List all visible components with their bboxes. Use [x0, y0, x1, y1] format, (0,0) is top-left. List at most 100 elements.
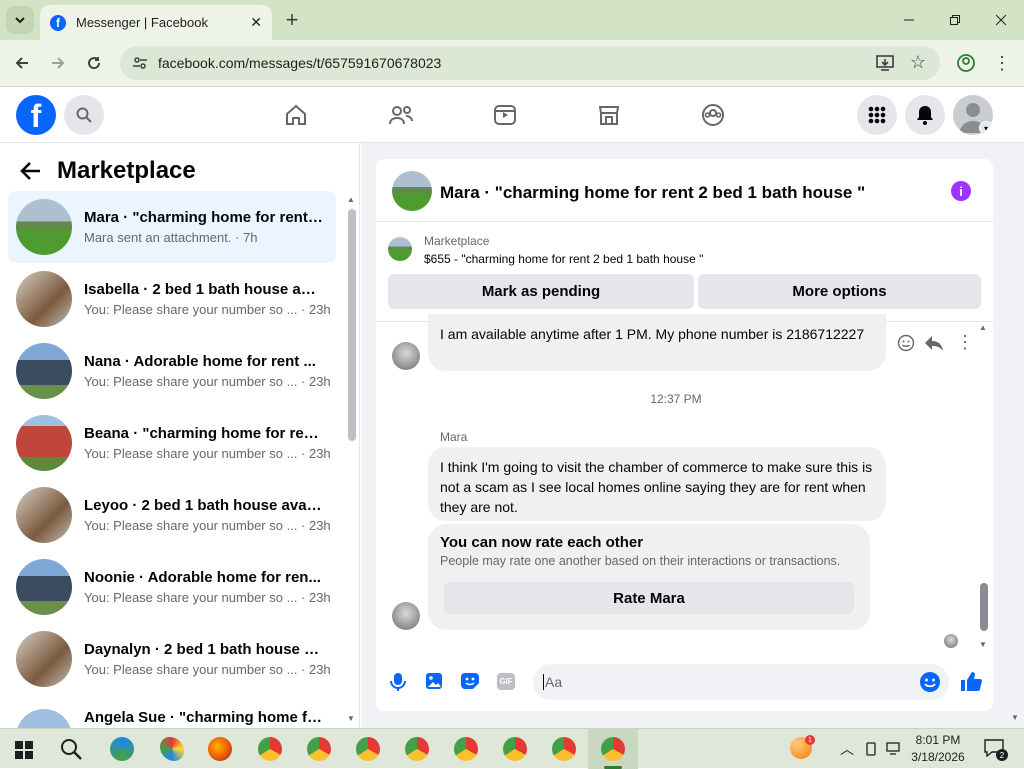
- windows-taskbar: 1 ︿ 8:01 PM 3/18/2026 2: [0, 728, 1024, 769]
- conversation-title: Leyoo · 2 bed 1 bath house avail...: [84, 497, 324, 514]
- show-hidden-icons-icon[interactable]: ︿: [840, 739, 854, 759]
- video-icon[interactable]: [493, 103, 517, 132]
- back-icon[interactable]: [8, 49, 36, 77]
- notification-count: 2: [996, 749, 1008, 761]
- messages-scrollbar[interactable]: ▲ ▼: [977, 323, 989, 649]
- reply-icon[interactable]: [924, 334, 944, 357]
- conversation-item-noonie[interactable]: Noonie · Adorable home for ren... You: Pl…: [8, 551, 336, 623]
- firefox-icon[interactable]: [208, 737, 232, 761]
- conversation-title: Angela Sue · "charming home fo...: [84, 709, 324, 726]
- message-timestamp: 12:37 PM: [650, 392, 702, 406]
- listing-thumbnail: [16, 415, 72, 471]
- like-thumbs-up-icon[interactable]: [960, 670, 982, 697]
- chrome-icon[interactable]: [356, 737, 380, 761]
- rate-card-title: You can now rate each other: [440, 534, 644, 551]
- marketplace-icon[interactable]: [597, 103, 621, 132]
- listing-thumbnail-small[interactable]: [388, 237, 412, 261]
- chrome-icon[interactable]: [405, 737, 429, 761]
- browser-tab[interactable]: f Messenger | Facebook ✕: [40, 5, 272, 40]
- new-tab-icon[interactable]: +: [278, 6, 306, 34]
- weather-badge: 1: [805, 735, 815, 745]
- network-icon[interactable]: [886, 741, 902, 760]
- back-arrow-icon[interactable]: [20, 161, 42, 186]
- photo-icon[interactable]: [425, 672, 443, 695]
- notifications-bell-icon[interactable]: [905, 95, 945, 135]
- listing-thumbnail: [16, 199, 72, 255]
- conversation-item-nana[interactable]: Nana · Adorable home for rent ... You: Pl…: [8, 335, 336, 407]
- bookmark-star-icon[interactable]: ☆: [910, 52, 926, 73]
- chrome-icon[interactable]: [503, 737, 527, 761]
- windows-start-icon[interactable]: [15, 741, 33, 764]
- site-info-icon[interactable]: [132, 55, 148, 74]
- chrome-icon[interactable]: [552, 737, 576, 761]
- conversation-sidebar: Marketplace Mara · "charming home for re…: [0, 143, 360, 728]
- search-icon[interactable]: [64, 95, 104, 135]
- info-icon[interactable]: i: [951, 181, 971, 201]
- friends-icon[interactable]: [388, 103, 414, 132]
- rate-card: You can now rate each other People may r…: [428, 524, 870, 630]
- forward-icon[interactable]: [44, 49, 72, 77]
- conversation-preview: Mara sent an attachment. · 7h: [84, 230, 258, 245]
- chat-header-title[interactable]: Mara · "charming home for rent 2 bed 1 b…: [440, 183, 865, 203]
- react-icon[interactable]: [897, 334, 915, 357]
- restore-icon[interactable]: [941, 6, 969, 34]
- tab-search-icon[interactable]: [6, 6, 34, 34]
- taskbar-search-icon[interactable]: [60, 738, 82, 765]
- conversation-item-leyoo[interactable]: Leyoo · 2 bed 1 bath house avail... You: …: [8, 479, 336, 551]
- conversation-title: Daynalyn · 2 bed 1 bath house a...: [84, 641, 324, 658]
- device-icon[interactable]: [864, 742, 878, 761]
- minimize-icon[interactable]: [895, 6, 923, 34]
- microphone-icon[interactable]: [390, 672, 406, 697]
- chrome-icon-active[interactable]: [601, 737, 625, 761]
- close-window-icon[interactable]: [987, 6, 1015, 34]
- rate-card-description: People may rate one another based on the…: [440, 554, 841, 568]
- profile-icon[interactable]: [952, 49, 980, 77]
- message-more-icon[interactable]: ⋮: [956, 332, 974, 353]
- conversation-item-isabella[interactable]: Isabella · 2 bed 1 bath house ava... You:…: [8, 263, 336, 335]
- conversation-item-angela-sue[interactable]: Angela Sue · "charming home fo...: [8, 695, 336, 728]
- browser-toolbar: facebook.com/messages/t/657591670678023 …: [0, 40, 1024, 87]
- sidebar-scroll-thumb[interactable]: [348, 209, 356, 441]
- edge-icon[interactable]: [110, 737, 134, 761]
- chrome-icon[interactable]: [258, 737, 282, 761]
- conversation-title: Beana · "charming home for ren...: [84, 425, 324, 442]
- chat-header-thumbnail[interactable]: [392, 171, 432, 211]
- rate-mara-button[interactable]: Rate Mara: [444, 582, 854, 614]
- listing-text[interactable]: $655 - "charming home for rent 2 bed 1 b…: [424, 252, 703, 266]
- account-avatar[interactable]: ▾: [953, 95, 993, 135]
- install-app-icon[interactable]: [876, 54, 894, 75]
- browser-menu-icon[interactable]: ⋮: [988, 49, 1016, 77]
- conversation-item-beana[interactable]: Beana · "charming home for ren... You: Pl…: [8, 407, 336, 479]
- sender-avatar[interactable]: [392, 342, 420, 370]
- menu-grid-icon[interactable]: [857, 95, 897, 135]
- chrome-icon[interactable]: [307, 737, 331, 761]
- sidebar-title: Marketplace: [57, 157, 196, 184]
- emoji-icon[interactable]: [919, 671, 941, 698]
- mark-as-pending-button[interactable]: Mark as pending: [388, 274, 694, 309]
- home-icon[interactable]: [284, 103, 308, 132]
- tab-close-icon[interactable]: ✕: [250, 14, 262, 31]
- clock-time[interactable]: 8:01 PM: [906, 733, 970, 747]
- listing-thumbnail: [16, 559, 72, 615]
- conversation-item-mara[interactable]: Mara · "charming home for rent ... Mara s…: [8, 191, 336, 263]
- facebook-logo-icon[interactable]: f: [16, 95, 56, 135]
- reload-icon[interactable]: [80, 49, 108, 77]
- sticker-icon[interactable]: [460, 672, 480, 695]
- conversation-title: Nana · Adorable home for rent ...: [84, 353, 316, 370]
- page-scroll-down-icon[interactable]: ▼: [1011, 713, 1019, 722]
- sender-avatar[interactable]: [392, 602, 420, 630]
- gif-icon[interactable]: GIF: [497, 673, 515, 690]
- messages-scroll-thumb[interactable]: [980, 583, 988, 631]
- paint-icon[interactable]: [160, 737, 184, 761]
- sidebar-scrollbar[interactable]: ▲ ▼: [344, 195, 356, 725]
- clock-date[interactable]: 3/18/2026: [906, 750, 970, 764]
- message-input[interactable]: Aa: [533, 664, 949, 700]
- listing-thumbnail: [16, 343, 72, 399]
- address-bar[interactable]: facebook.com/messages/t/657591670678023 …: [120, 46, 940, 80]
- chat-panel: Mara · "charming home for rent 2 bed 1 b…: [376, 159, 993, 711]
- message-bubble-1: I am available anytime after 1 PM. My ph…: [428, 314, 886, 371]
- conversation-item-daynalyn[interactable]: Daynalyn · 2 bed 1 bath house a... You: P…: [8, 623, 336, 695]
- more-options-button[interactable]: More options: [698, 274, 981, 309]
- groups-icon[interactable]: [701, 103, 725, 132]
- chrome-icon[interactable]: [454, 737, 478, 761]
